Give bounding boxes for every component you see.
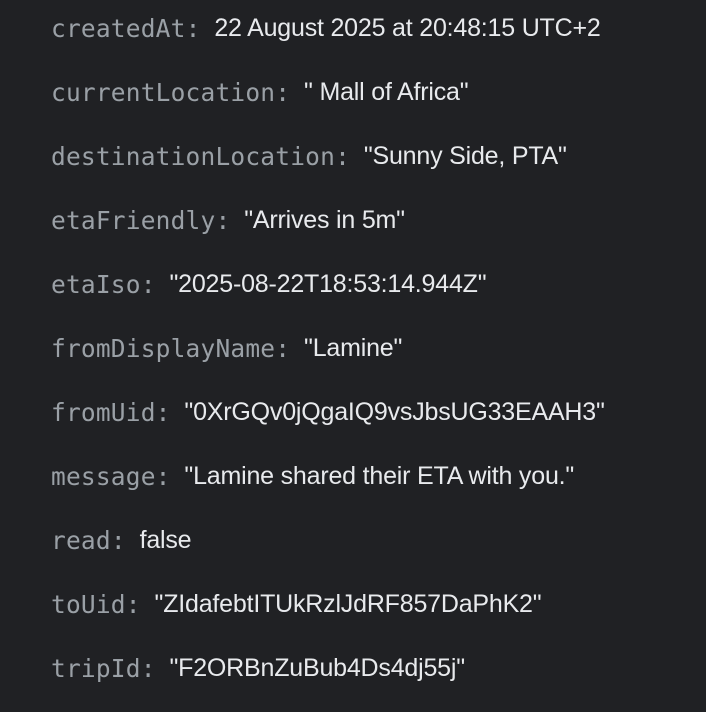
field-colon: : [275,77,291,107]
field-row-message[interactable]: message: "Lamine shared their ETA with y… [51,456,574,496]
field-key: etaIso [51,269,141,299]
field-value: false [139,525,192,554]
field-colon: : [140,653,156,683]
field-value: "Lamine shared their ETA with you." [184,461,575,490]
field-value: "0XrGQv0jQgaIQ9vsJbsUG33EAAH3" [184,397,605,426]
field-row-read[interactable]: read: false [51,520,192,560]
field-value: "Lamine" [304,333,403,362]
field-colon: : [125,589,141,619]
field-key: toUid [51,589,126,619]
field-key: read [51,525,111,555]
field-row-destinationLocation[interactable]: destinationLocation: "Sunny Side, PTA" [51,136,567,176]
field-row-etaFriendly[interactable]: etaFriendly: "Arrives in 5m" [51,200,405,240]
field-row-currentLocation[interactable]: currentLocation: " Mall of Africa" [51,72,469,112]
field-key: createdAt [51,13,186,43]
field-colon: : [185,13,201,43]
field-key: fromUid [51,397,156,427]
field-value: "2025-08-22T18:53:14.944Z" [169,269,487,298]
field-colon: : [140,269,156,299]
field-value: 22 August 2025 at 20:48:15 UTC+2 [214,13,601,42]
field-key: currentLocation [51,77,276,107]
field-value: "F2ORBnZuBub4Ds4dj55j" [169,653,465,682]
field-colon: : [215,205,231,235]
field-key: tripId [51,653,141,683]
field-row-etaIso[interactable]: etaIso: "2025-08-22T18:53:14.944Z" [51,264,487,304]
field-key: message [51,461,156,491]
field-key: fromDisplayName [51,333,276,363]
field-key: destinationLocation [51,141,336,171]
field-value: " Mall of Africa" [304,77,469,106]
field-colon: : [335,141,350,171]
field-row-fromUid[interactable]: fromUid: "0XrGQv0jQgaIQ9vsJbsUG33EAAH3" [51,392,605,432]
field-row-createdAt[interactable]: createdAt: 22 August 2025 at 20:48:15 UT… [51,8,601,48]
field-value: "ZIdafebtITUkRzlJdRF857DaPhK2" [154,589,542,618]
field-colon: : [155,461,171,491]
field-row-toUid[interactable]: toUid: "ZIdafebtITUkRzlJdRF857DaPhK2" [51,584,542,624]
field-key: etaFriendly [51,205,216,235]
field-value: "Arrives in 5m" [244,205,405,234]
field-row-tripId[interactable]: tripId: "F2ORBnZuBub4Ds4dj55j" [51,648,465,688]
field-colon: : [110,525,126,555]
field-colon: : [275,333,291,363]
field-value: "Sunny Side, PTA" [363,141,567,170]
field-row-fromDisplayName[interactable]: fromDisplayName: "Lamine" [51,328,402,368]
field-colon: : [155,397,171,427]
